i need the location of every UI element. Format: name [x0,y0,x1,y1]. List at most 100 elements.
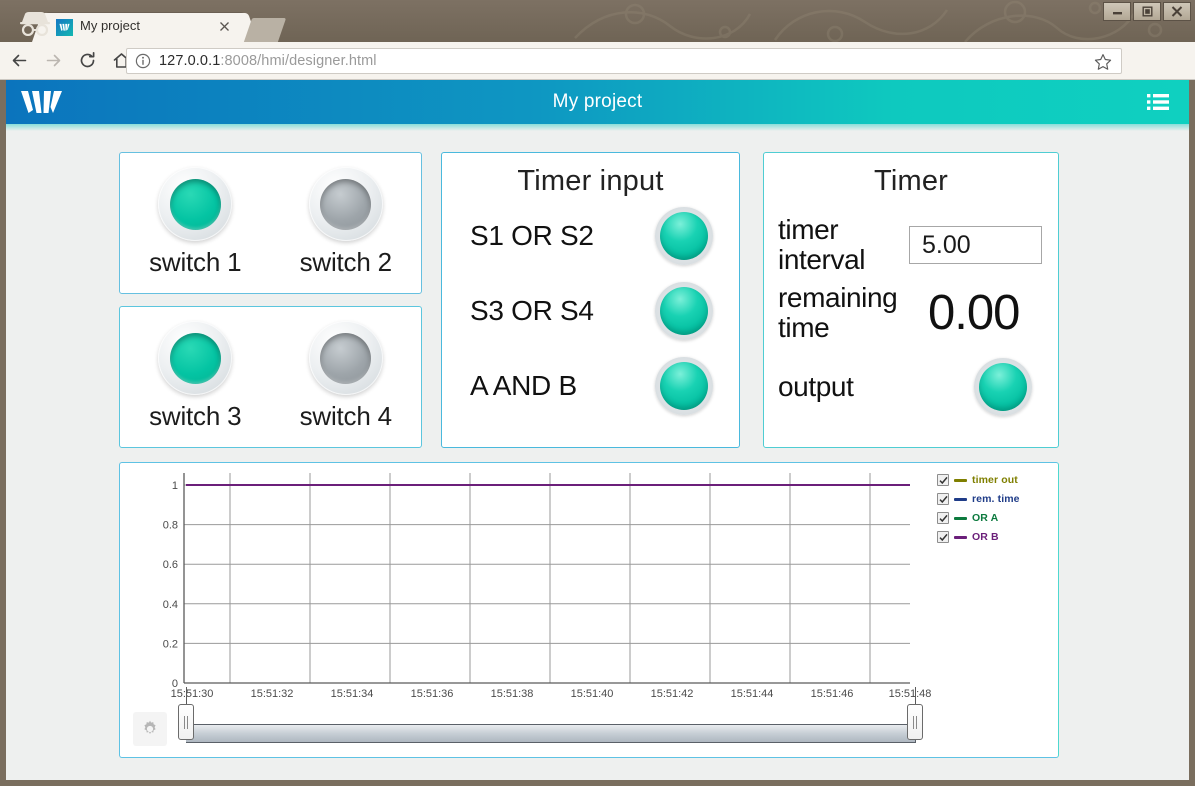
svg-text:15:51:40: 15:51:40 [571,688,614,700]
url-host: 127.0.0.1 [159,53,221,69]
timer-input-led-2 [655,281,713,340]
switch-row: switch 3 switch 4 [120,307,421,432]
timer-input-row-3: A AND B [442,348,739,423]
timeseries-chart[interactable]: 1 0.8 0.6 0.4 0.2 0 15:51:30 15:51:32 15… [120,463,1060,703]
switch-knob-2[interactable] [308,167,383,241]
led-indicator [660,211,708,260]
svg-text:15:51:36: 15:51:36 [411,688,454,700]
range-slider-right-handle[interactable] [907,704,923,740]
svg-text:15:51:32: 15:51:32 [251,688,294,700]
svg-text:15:51:30: 15:51:30 [171,688,214,700]
switch-panel-bottom: switch 3 switch 4 [119,306,422,448]
svg-text:15:51:34: 15:51:34 [331,688,374,700]
switch-knob-1[interactable] [158,167,233,241]
range-slider-left-handle[interactable] [178,704,194,740]
info-circle-icon[interactable] [135,53,151,69]
timer-input-label-1: S1 OR S2 [470,219,594,251]
timer-panel: Timer timer interval remaining time 0.00… [763,152,1059,448]
tab-title: My project [80,18,140,33]
chart-y-ticks: 1 0.8 0.6 0.4 0.2 0 [163,480,178,690]
range-slider-right-stem [915,687,916,705]
chart-panel: 1 0.8 0.6 0.4 0.2 0 15:51:30 15:51:32 15… [119,462,1059,758]
timer-output-label: output [778,371,854,403]
timer-input-title: Timer input [517,165,664,197]
close-button[interactable] [1163,2,1191,21]
timer-interval-input[interactable] [909,226,1042,264]
led-indicator [660,361,708,410]
hamburger-list-icon[interactable] [1147,93,1169,111]
svg-text:0.2: 0.2 [163,638,178,650]
maximize-button[interactable] [1133,2,1161,21]
svg-text:0.4: 0.4 [163,599,178,611]
switch-knob-4[interactable] [308,321,383,395]
app-header: My project [6,80,1189,124]
timer-interval-label: timer interval [778,214,866,275]
chart-range-controls [120,687,1060,757]
browser-titlebar[interactable]: My project [0,0,1195,42]
legend-label-or-a: OR A [972,512,999,524]
legend-item-or-a[interactable]: OR A [937,510,1020,526]
switch-knob-1-indicator [169,178,221,230]
switch-cell-1[interactable]: switch 1 [130,167,260,278]
chart-legend: timer out rem. time OR A OR B [937,472,1020,545]
timer-output-row: output [778,350,1042,424]
led-indicator [979,363,1027,411]
timer-input-panel: Timer input S1 OR S2 S3 OR S4 A AND B [441,152,740,448]
address-bar-text: 127.0.0.1:8008/hmi/designer.html [159,53,377,69]
legend-checkbox-rem-time[interactable] [937,493,949,505]
chart-settings-button[interactable] [133,712,167,746]
timer-input-label-2: S3 OR S4 [470,294,594,326]
switch-row: switch 1 switch 2 [120,153,421,278]
svg-text:0.6: 0.6 [163,559,178,571]
browser-tab[interactable]: My project [46,13,244,42]
switch-knob-4-indicator [320,332,372,384]
svg-text:15:51:46: 15:51:46 [811,688,854,700]
star-icon[interactable] [1094,53,1112,71]
browser-toolbar: 127.0.0.1:8008/hmi/designer.html [0,42,1195,114]
timer-interval-row: timer interval [778,214,1042,276]
switch-cell-4[interactable]: switch 4 [281,321,411,432]
minimize-button[interactable] [1103,2,1131,21]
gear-icon [144,720,156,734]
legend-item-timer-out[interactable]: timer out [937,472,1020,488]
back-arrow-icon[interactable] [4,46,34,76]
legend-swatch-timer-out [954,478,967,482]
legend-item-or-b[interactable]: OR B [937,529,1020,545]
switch-panel-top: switch 1 switch 2 [119,152,422,294]
switch-label-3: switch 3 [149,401,242,431]
legend-swatch-rem-time [954,497,967,501]
remaining-time-row: remaining time 0.00 [778,276,1042,350]
switch-cell-2[interactable]: switch 2 [281,167,411,278]
reload-icon[interactable] [72,46,102,76]
range-slider-track[interactable] [186,724,916,743]
switch-knob-3-indicator [169,332,221,384]
forward-arrow-icon[interactable] [38,46,68,76]
legend-label-rem-time: rem. time [972,493,1020,505]
address-bar[interactable]: 127.0.0.1:8008/hmi/designer.html [126,48,1122,74]
app-title: My project [552,91,643,112]
tab-close-icon[interactable] [217,19,232,34]
legend-item-rem-time[interactable]: rem. time [937,491,1020,507]
timer-input-led-1 [655,206,713,265]
svg-text:15:51:48: 15:51:48 [889,688,932,700]
legend-checkbox-or-a[interactable] [937,512,949,524]
range-slider-left-stem [186,687,187,705]
incognito-icon [20,12,50,36]
legend-swatch-or-a [954,516,967,520]
timer-title: Timer [873,165,949,197]
led-indicator [660,286,708,335]
browser-window: My project 127.0.0.1:8008/hmi/designer.h… [0,0,1195,786]
switch-label-1: switch 1 [149,247,242,277]
switch-knob-3[interactable] [158,321,233,395]
window-controls [1103,2,1191,21]
header-glow [6,124,1189,131]
tab-strip: My project [0,0,1195,42]
remaining-time-value: 0.00 [928,285,1020,340]
chart-gridlines [184,473,910,683]
legend-checkbox-timer-out[interactable] [937,474,949,486]
chart-x-ticks: 15:51:30 15:51:32 15:51:34 15:51:36 15:5… [171,688,932,700]
new-tab-button[interactable] [243,18,287,42]
switch-cell-3[interactable]: switch 3 [130,321,260,432]
legend-checkbox-or-b[interactable] [937,531,949,543]
timer-input-row-1: S1 OR S2 [442,198,739,273]
